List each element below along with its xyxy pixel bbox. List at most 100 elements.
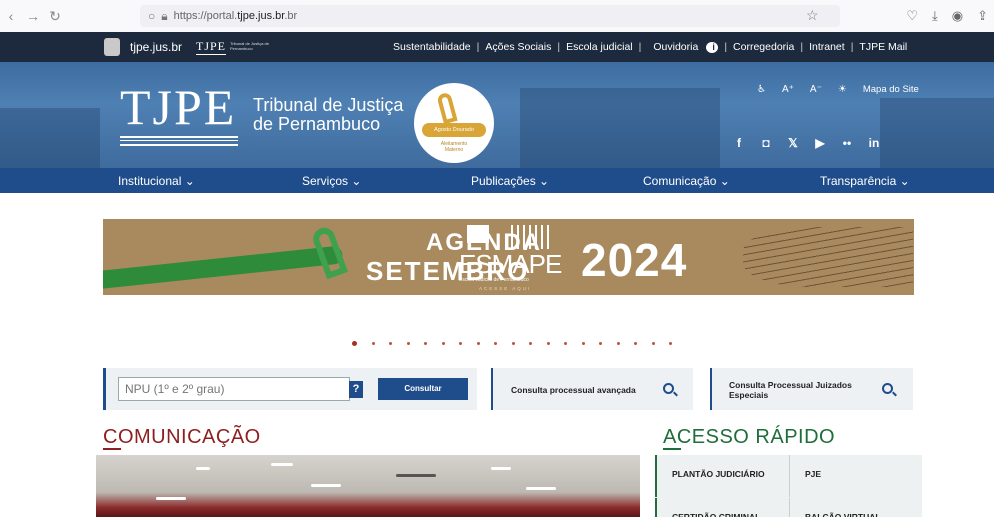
- address-bar[interactable]: ○ 🔒︎ https://portal.tjpe.jus.br.br: [140, 5, 840, 27]
- link-intranet[interactable]: Intranet: [803, 41, 851, 53]
- juizados-search-panel[interactable]: Consulta Processual Juizados Especiais: [710, 368, 913, 410]
- carousel-dots: [352, 341, 672, 346]
- carousel-dot[interactable]: [669, 342, 672, 345]
- carousel-dot[interactable]: [352, 341, 357, 346]
- carousel-dot[interactable]: [459, 342, 462, 345]
- carousel-dot[interactable]: [634, 342, 637, 345]
- mini-logo-subtitle: Tribunal de Justiça de Pernambuco: [230, 41, 269, 51]
- ceiling-light: [196, 467, 210, 470]
- site-map-link[interactable]: Mapa do Site: [863, 84, 919, 95]
- badge-title: Agosto Dourado: [422, 123, 486, 137]
- ceiling-light: [311, 484, 341, 487]
- carousel-dot[interactable]: [564, 342, 567, 345]
- flickr-icon[interactable]: ••: [838, 134, 856, 152]
- x-icon[interactable]: 𝕏: [784, 134, 802, 152]
- search-icon[interactable]: [663, 383, 674, 394]
- font-decrease-button[interactable]: A⁻: [810, 84, 822, 95]
- link-corregedoria[interactable]: Corregedoria: [727, 41, 800, 53]
- help-button[interactable]: ?: [349, 381, 363, 398]
- page: ‹ → ↻ ○ 🔒︎ https://portal.tjpe.jus.br.br…: [0, 0, 994, 517]
- browser-toolbar: ‹ → ↻ ○ 🔒︎ https://portal.tjpe.jus.br.br…: [0, 0, 994, 32]
- tribunal-line-1: Tribunal de Justiça: [253, 95, 404, 115]
- news-photo[interactable]: [96, 455, 640, 517]
- font-increase-button[interactable]: A⁺: [782, 84, 794, 95]
- back-icon[interactable]: ‹: [0, 8, 22, 24]
- main-nav: Institucional ⌄ Serviços ⌄ Publicações ⌄…: [0, 168, 994, 193]
- npu-search-panel: ? Consultar: [103, 368, 477, 410]
- nav-comunicacao[interactable]: Comunicação ⌄: [643, 174, 730, 188]
- acesso-certidao-criminal[interactable]: CERTIDÃO CRIMINAL: [655, 498, 788, 517]
- carousel-dot[interactable]: [599, 342, 602, 345]
- carousel-dot[interactable]: [616, 342, 620, 345]
- carousel-dot[interactable]: [529, 342, 532, 345]
- crest-icon: [104, 38, 120, 56]
- social-links: f ◘ 𝕏 ▶ •• in: [730, 134, 883, 152]
- esmape-cta: ACESSE AQUI: [479, 286, 532, 291]
- link-escola-judicial[interactable]: Escola judicial: [560, 41, 639, 53]
- badge-subtitle: Aleitamento Materno: [440, 141, 468, 153]
- contrast-icon[interactable]: ☀: [838, 84, 847, 95]
- header-banner: TJPE Tribunal de Justiça de Pernambuco A…: [0, 62, 994, 168]
- bookmark-star-icon[interactable]: ☆: [806, 7, 819, 24]
- carousel-dot[interactable]: [581, 342, 585, 345]
- acesso-balcao-virtual[interactable]: BALCÃO VIRTUAL: [789, 498, 922, 517]
- esmape-logo-block: [467, 225, 489, 243]
- tribunal-name: Tribunal de Justiça de Pernambuco: [253, 96, 403, 134]
- acesso-rapido-heading: ACESSO RÁPIDO: [663, 426, 836, 448]
- link-ouvidoria-label: Ouvidoria: [653, 41, 699, 53]
- mini-logo[interactable]: TJPE: [196, 39, 227, 55]
- account-icon[interactable]: ◉: [952, 8, 963, 24]
- accessibility-icon[interactable]: ♿︎: [757, 84, 766, 95]
- carousel-dot[interactable]: [406, 342, 410, 345]
- tjpe-logo[interactable]: TJPE: [120, 82, 236, 132]
- carousel-dot[interactable]: [511, 342, 515, 345]
- top-links-bar: tjpe.jus.br TJPE Tribunal de Justiça de …: [0, 32, 994, 62]
- carousel-dot[interactable]: [651, 342, 655, 345]
- lock-icon: 🔒︎: [161, 8, 168, 23]
- city-backdrop: [520, 88, 720, 168]
- carousel-dot[interactable]: [424, 342, 427, 345]
- agosto-dourado-badge[interactable]: Agosto Dourado Aleitamento Materno: [414, 83, 494, 163]
- extensions-icon[interactable]: ⇪: [977, 8, 988, 24]
- link-sustentabilidade[interactable]: Sustentabilidade: [387, 41, 477, 53]
- agenda-setembro-banner[interactable]: AGENDA SETEMBRO ESMAPE Escola Judicial d…: [103, 219, 914, 295]
- comunicacao-heading: COMUNICAÇÃO: [103, 426, 261, 448]
- link-ouvidoria[interactable]: Ouvidoria i: [641, 41, 724, 53]
- nav-institucional[interactable]: Institucional ⌄: [118, 174, 195, 188]
- info-icon: i: [706, 42, 719, 53]
- acesso-pje[interactable]: PJE: [789, 455, 922, 497]
- search-icon[interactable]: [882, 383, 893, 394]
- esmape-logo-bars: [511, 225, 551, 249]
- shield-icon: ○: [148, 9, 156, 23]
- carousel-dot[interactable]: [546, 342, 550, 345]
- carousel-dot[interactable]: [494, 342, 497, 345]
- link-acoes-sociais[interactable]: Ações Sociais: [479, 41, 557, 53]
- link-tjpe-mail[interactable]: TJPE Mail: [853, 41, 913, 53]
- carousel-dot[interactable]: [441, 342, 445, 345]
- youtube-icon[interactable]: ▶: [811, 134, 829, 152]
- facebook-icon[interactable]: f: [730, 134, 748, 152]
- heading-underline: [103, 448, 121, 450]
- esmape-brand: ESMAPE: [459, 249, 562, 279]
- carousel-dot[interactable]: [371, 342, 375, 345]
- nav-transparencia[interactable]: Transparência ⌄: [820, 174, 910, 188]
- advanced-search-panel[interactable]: Consulta processual avançada: [491, 368, 693, 410]
- carousel-dot[interactable]: [476, 342, 480, 345]
- carousel-dot[interactable]: [389, 342, 392, 345]
- advanced-search-label: Consulta processual avançada: [511, 385, 636, 395]
- url-text: https://portal.tjpe.jus.br.br: [173, 10, 298, 22]
- nav-publicacoes[interactable]: Publicações ⌄: [471, 174, 549, 188]
- juizados-search-label: Consulta Processual Juizados Especiais: [729, 380, 852, 400]
- reload-icon[interactable]: ↻: [44, 8, 66, 25]
- instagram-icon[interactable]: ◘: [757, 134, 775, 152]
- pocket-icon[interactable]: ♡: [906, 8, 918, 24]
- acesso-plantao[interactable]: PLANTÃO JUDICIÁRIO: [655, 455, 788, 497]
- city-backdrop: [880, 98, 994, 168]
- forward-icon[interactable]: →: [22, 8, 44, 24]
- consultar-button[interactable]: Consultar: [378, 378, 468, 400]
- site-label[interactable]: tjpe.jus.br: [130, 40, 182, 54]
- download-icon[interactable]: ⤓: [932, 8, 938, 24]
- nav-servicos[interactable]: Serviços ⌄: [302, 174, 361, 188]
- npu-input[interactable]: [118, 377, 350, 401]
- linkedin-icon[interactable]: in: [865, 134, 883, 152]
